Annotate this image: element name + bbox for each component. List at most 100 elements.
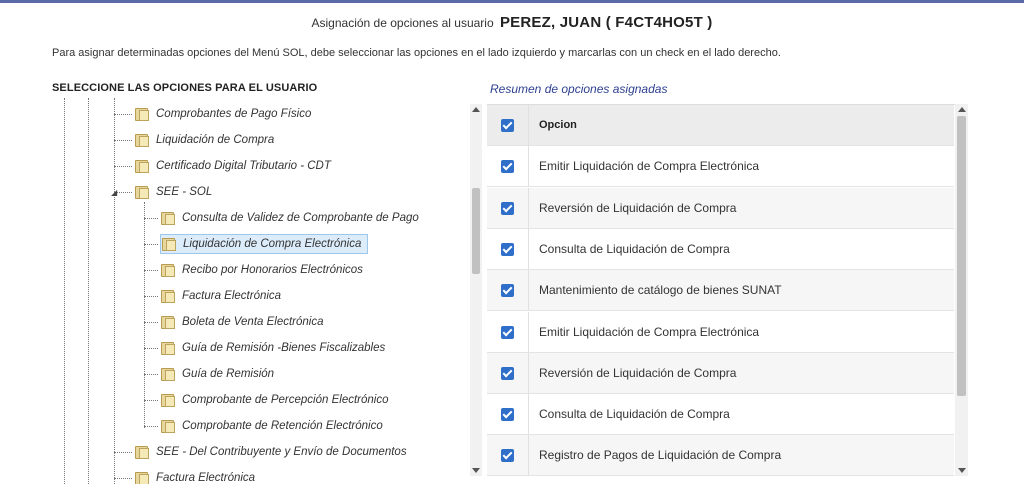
tree-item[interactable]: Comprobantes de Pago Físico xyxy=(134,104,311,124)
tree-guide-line xyxy=(114,98,115,484)
scrollbar-thumb[interactable] xyxy=(957,116,966,396)
folder-icon xyxy=(160,367,176,381)
left-panel-title: SELECCIONE LAS OPCIONES PARA EL USUARIO xyxy=(52,82,318,94)
expand-toggle-icon[interactable] xyxy=(111,449,118,456)
row-option-label: Emitir Liquidación de Compra Electrónica xyxy=(539,325,760,339)
row-checkbox[interactable] xyxy=(501,407,514,421)
tree-item-label: Comprobantes de Pago Físico xyxy=(156,108,312,120)
row-check-cell xyxy=(487,270,529,310)
tree-item-label: SEE - Del Contribuyente y Envío de Docum… xyxy=(156,446,407,458)
row-check-cell xyxy=(487,394,529,434)
tree-item[interactable]: Boleta de Venta Electrónica xyxy=(160,312,324,332)
folder-icon xyxy=(160,393,176,407)
scroll-down-arrow-icon[interactable] xyxy=(472,468,480,473)
row-option-label: Consulta de Liquidación de Compra xyxy=(539,407,730,421)
folder-icon xyxy=(134,107,150,121)
table-row[interactable]: Emitir Liquidación de Compra Electrónica xyxy=(487,312,954,353)
tree-guide-line xyxy=(88,98,89,484)
tree-connector-line xyxy=(144,374,158,375)
tree-guide-line xyxy=(144,202,145,428)
scroll-up-arrow-icon[interactable] xyxy=(472,107,480,112)
scrollbar-thumb[interactable] xyxy=(472,188,480,274)
folder-icon xyxy=(160,289,176,303)
folder-icon xyxy=(160,341,176,355)
scroll-up-arrow-icon[interactable] xyxy=(958,107,966,112)
row-checkbox[interactable] xyxy=(501,325,514,339)
folder-icon xyxy=(134,185,150,199)
tree-item[interactable]: Comprobante de Percepción Electrónico xyxy=(160,390,388,410)
tree-connector-line xyxy=(144,270,158,271)
table-row[interactable]: Reversión de Liquidación de Compra xyxy=(487,188,954,229)
select-all-checkbox[interactable] xyxy=(501,118,514,132)
tree-connector-line xyxy=(144,400,158,401)
folder-icon xyxy=(161,237,177,251)
row-option-label: Mantenimiento de catálogo de bienes SUNA… xyxy=(539,283,782,297)
options-tree: Comprobantes de Pago Físico Liquidación d… xyxy=(52,98,482,484)
tree-item[interactable]: Liquidación de Compra Electrónica xyxy=(160,234,369,254)
folder-icon xyxy=(134,159,150,173)
table-row[interactable]: Mantenimiento de catálogo de bienes SUNA… xyxy=(487,270,954,311)
row-checkbox[interactable] xyxy=(501,366,514,380)
tree-connector-line xyxy=(144,218,158,219)
tree-item[interactable]: Comprobante de Retención Electrónico xyxy=(160,416,383,436)
expand-toggle-icon[interactable] xyxy=(111,111,118,118)
tree-scrollbar[interactable] xyxy=(470,104,482,476)
row-checkbox[interactable] xyxy=(501,242,514,256)
tree-item-label: Boleta de Venta Electrónica xyxy=(182,316,324,328)
tree-item[interactable]: Certificado Digital Tributario - CDT xyxy=(134,156,331,176)
tree-item-label: Recibo por Honorarios Electrónicos xyxy=(182,264,363,276)
row-option-label: Emitir Liquidación de Compra Electrónica xyxy=(539,159,760,173)
table-row[interactable]: Emitir Liquidación de Compra Electrónica xyxy=(487,146,954,187)
expand-toggle-icon[interactable] xyxy=(111,137,118,144)
tree-item[interactable]: Guía de Remisión xyxy=(160,364,274,384)
folder-icon xyxy=(160,211,176,225)
row-checkbox[interactable] xyxy=(501,159,514,173)
page-title: Asignación de opciones al usuario PEREZ,… xyxy=(0,14,1024,31)
tree-connector-line xyxy=(144,244,158,245)
tree-item-label: Factura Electrónica xyxy=(156,472,256,484)
row-option-label: Registro de Pagos de Liquidación de Comp… xyxy=(539,448,782,462)
table-row[interactable]: Reversión de Liquidación de Compra xyxy=(487,353,954,394)
row-checkbox[interactable] xyxy=(501,201,514,215)
top-border xyxy=(0,0,1024,3)
assigned-options-grid: Opcion Emitir Liquidación de Compra Elec… xyxy=(487,104,955,484)
collapse-arrow-icon[interactable]: ◢ xyxy=(111,189,118,197)
expand-toggle-icon[interactable] xyxy=(111,163,118,170)
row-check-cell xyxy=(487,312,529,352)
folder-icon xyxy=(160,419,176,433)
tree-item-label: Consulta de Validez de Comprobante de Pa… xyxy=(182,212,419,224)
select-all-cell xyxy=(487,105,529,145)
row-check-cell xyxy=(487,435,529,475)
tree-item[interactable]: Recibo por Honorarios Electrónicos xyxy=(160,260,363,280)
folder-icon xyxy=(160,263,176,277)
row-check-cell xyxy=(487,146,529,186)
tree-connector-line xyxy=(144,322,158,323)
tree-item[interactable]: SEE - SOL xyxy=(134,182,212,202)
row-checkbox[interactable] xyxy=(501,283,514,297)
tree-item[interactable]: Consulta de Validez de Comprobante de Pa… xyxy=(160,208,419,228)
right-panel-title: Resumen de opciones asignadas xyxy=(490,82,668,96)
row-option-label: Reversión de Liquidación de Compra xyxy=(539,201,737,215)
tree-item[interactable]: Factura Electrónica xyxy=(160,286,281,306)
user-name: PEREZ, JUAN ( F4CT4HO5T ) xyxy=(499,14,713,31)
table-row[interactable]: Consulta de Liquidación de Compra xyxy=(487,229,954,270)
tree-item[interactable]: Factura Electrónica xyxy=(134,468,255,484)
row-checkbox[interactable] xyxy=(501,448,514,462)
folder-icon xyxy=(160,315,176,329)
row-check-cell xyxy=(487,188,529,228)
scroll-down-arrow-icon[interactable] xyxy=(958,468,966,473)
row-check-cell xyxy=(487,353,529,393)
tree-item[interactable]: SEE - Del Contribuyente y Envío de Docum… xyxy=(134,442,407,462)
tree-item[interactable]: Guía de Remisión -Bienes Fiscalizables xyxy=(160,338,385,358)
row-option-label: Reversión de Liquidación de Compra xyxy=(539,366,737,380)
tree-item-label: Liquidación de Compra xyxy=(156,134,275,146)
tree-item[interactable]: Liquidación de Compra xyxy=(134,130,274,150)
instructions-text: Para asignar determinadas opciones del M… xyxy=(52,47,781,59)
table-row[interactable]: Consulta de Liquidación de Compra xyxy=(487,394,954,435)
table-row[interactable]: Registro de Pagos de Liquidación de Comp… xyxy=(487,435,954,476)
tree-item-label: Guía de Remisión xyxy=(182,368,275,380)
tree-guide-line xyxy=(64,98,65,484)
folder-icon xyxy=(134,133,150,147)
expand-toggle-icon[interactable] xyxy=(111,475,118,482)
grid-scrollbar[interactable] xyxy=(955,104,968,476)
